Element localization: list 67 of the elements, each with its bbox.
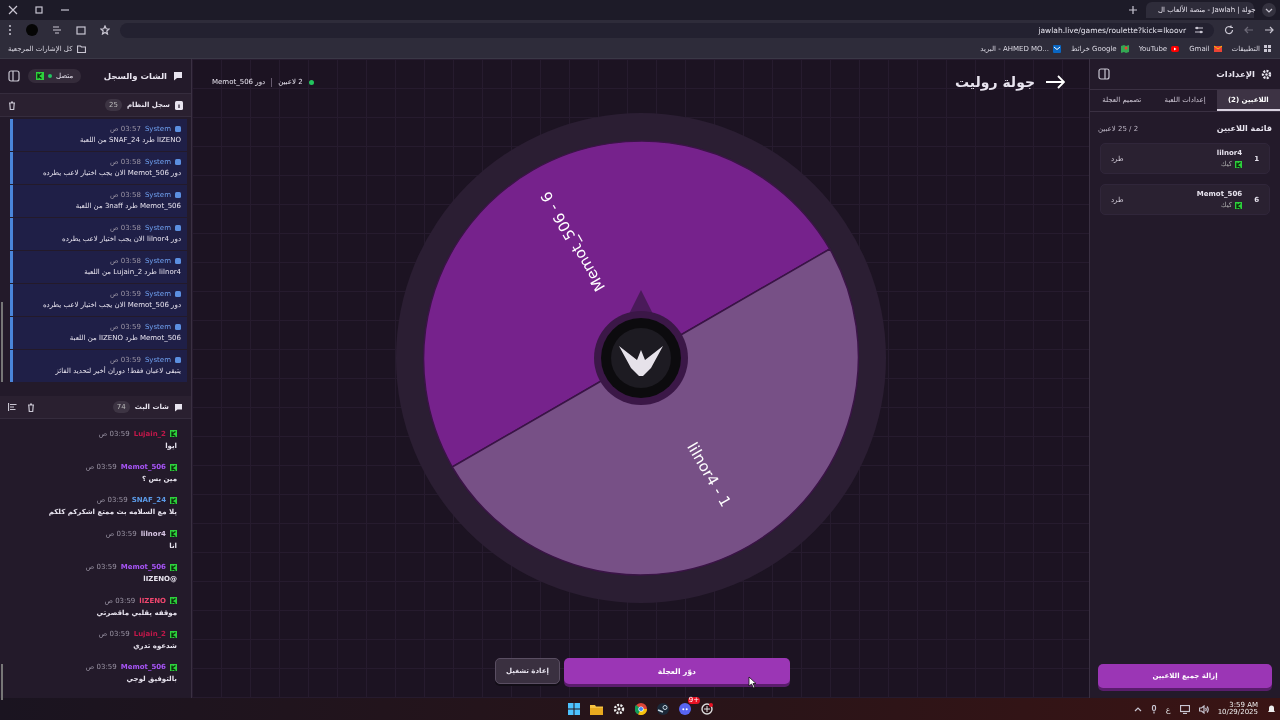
restore-icon[interactable]: [34, 5, 44, 15]
trash-icon[interactable]: [8, 100, 16, 110]
info-icon: [175, 100, 183, 110]
system-bot-icon: [175, 258, 181, 264]
chat-bubble-icon: [173, 71, 183, 81]
close-icon[interactable]: [8, 5, 18, 15]
settings-icon: [1261, 68, 1272, 80]
panel-title: الشات والسجل: [103, 71, 167, 81]
system-bot-icon: [175, 159, 181, 165]
speaker-icon[interactable]: [1198, 704, 1209, 714]
tab-list-icon[interactable]: [1262, 3, 1276, 17]
scrollbar: [1, 664, 3, 700]
system-bot-icon: [175, 324, 181, 330]
bookmark-favicon-icon: [1171, 45, 1180, 53]
reload-icon[interactable]: [1224, 25, 1234, 35]
chat-app-icon[interactable]: [679, 703, 691, 715]
apps-grid-icon: [1264, 45, 1272, 53]
back-icon[interactable]: [1264, 25, 1274, 35]
section-title: قائمة اللاعبين: [1216, 124, 1272, 133]
site-settings-icon: [1194, 25, 1204, 35]
new-tab-icon[interactable]: [1128, 5, 1138, 15]
online-dot-icon: [308, 79, 314, 85]
system-bot-icon: [175, 225, 181, 231]
kick-logo-icon: [170, 463, 177, 471]
gear-app-icon[interactable]: [613, 703, 625, 715]
language-indicator[interactable]: ع: [1165, 704, 1171, 714]
browser-icon[interactable]: [635, 703, 647, 715]
kick-logo-icon: [1235, 160, 1243, 168]
forward-icon[interactable]: [1244, 25, 1254, 35]
kick-logo-icon: [170, 630, 177, 638]
system-bot-icon: [175, 291, 181, 297]
folder-icon[interactable]: [590, 703, 603, 715]
kick-logo-icon: [170, 430, 177, 438]
bookmark-favicon-icon: [1213, 45, 1222, 53]
kick-logo-icon: [1235, 201, 1243, 209]
bookmark-favicon-icon: [1053, 45, 1061, 53]
start-icon[interactable]: [568, 703, 580, 715]
system-bot-icon: [175, 357, 181, 363]
system-bot-icon: [175, 192, 181, 198]
star-icon[interactable]: [100, 25, 110, 35]
chat-bubble-icon: [174, 402, 183, 412]
notification-bell-icon[interactable]: [1267, 704, 1276, 714]
display-icon[interactable]: [1179, 704, 1190, 714]
folder-icon: [76, 45, 86, 53]
collapse-panel-icon[interactable]: [1098, 68, 1110, 80]
steam-icon[interactable]: [657, 703, 669, 715]
back-arrow-icon[interactable]: [1045, 75, 1065, 89]
chevron-up-icon[interactable]: [1133, 706, 1142, 712]
page-title: جولة روليت: [954, 74, 1035, 90]
kick-logo-icon: [170, 496, 177, 504]
eagle-logo-icon: [618, 346, 663, 376]
menu-icon[interactable]: [8, 24, 12, 36]
kick-logo-icon: [170, 597, 177, 605]
trash-icon[interactable]: [27, 402, 35, 412]
app-icon[interactable]: [701, 703, 713, 715]
window-icon[interactable]: [76, 25, 86, 35]
system-bot-icon: [175, 126, 181, 132]
collapse-panel-icon[interactable]: [8, 70, 20, 82]
kick-logo-icon: [36, 72, 44, 80]
panel-title: الإعدادات: [1216, 69, 1255, 79]
kick-logo-icon: [170, 530, 177, 538]
bookmark-favicon-icon: [1120, 45, 1129, 53]
kick-logo-icon: [170, 663, 177, 671]
microphone-icon[interactable]: [1150, 704, 1157, 714]
align-icon[interactable]: [8, 403, 17, 411]
kick-logo-icon: [170, 563, 177, 571]
mouse-cursor-icon: [748, 676, 757, 689]
